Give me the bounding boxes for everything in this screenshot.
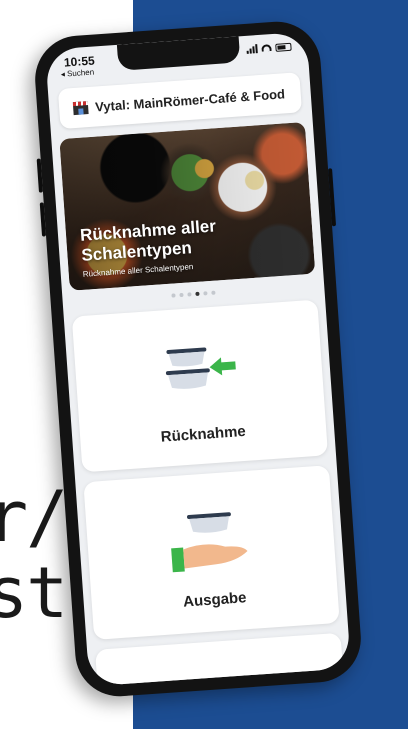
wifi-icon	[261, 44, 272, 52]
app-screen: 10:55 ◂ Suchen Vytal: MainRömer-Café & F…	[45, 31, 351, 687]
volume-up-button	[36, 158, 44, 193]
return-button[interactable]: Rücknahme	[71, 299, 329, 473]
shop-icon	[72, 100, 89, 115]
banner-title: Rücknahme aller Schalentypen	[79, 216, 217, 266]
carousel-dot[interactable]	[179, 292, 184, 298]
carousel-dot[interactable]	[171, 293, 176, 298]
issue-button[interactable]: Ausgabe	[83, 465, 340, 640]
phone-frame: 10:55 ◂ Suchen Vytal: MainRömer-Café & F…	[32, 18, 364, 700]
edge-text-line1: r/	[0, 476, 68, 558]
return-label: Rücknahme	[160, 422, 247, 446]
status-icons	[246, 42, 292, 54]
volume-down-button	[39, 202, 47, 237]
edge-text-line2: st	[0, 552, 68, 634]
signal-icon	[246, 44, 258, 54]
carousel-dot[interactable]	[211, 290, 216, 295]
notch	[116, 36, 241, 71]
carousel-dot[interactable]	[203, 291, 208, 296]
carousel-dot[interactable]	[187, 292, 192, 297]
carousel-dot[interactable]	[195, 291, 200, 297]
venue-header: Vytal: MainRömer-Café & Food	[57, 72, 303, 130]
back-to-search-link[interactable]: ◂ Suchen	[60, 68, 94, 79]
next-card[interactable]	[95, 632, 345, 687]
venue-title: Vytal: MainRömer-Café & Food	[94, 85, 286, 115]
promo-banner[interactable]: Rücknahme aller Schalentypen Rücknahme a…	[59, 121, 316, 291]
issue-label: Ausgabe	[182, 589, 248, 611]
battery-icon	[275, 42, 292, 52]
hand-bowl-icon	[163, 504, 260, 585]
return-bowl-icon	[152, 339, 246, 410]
